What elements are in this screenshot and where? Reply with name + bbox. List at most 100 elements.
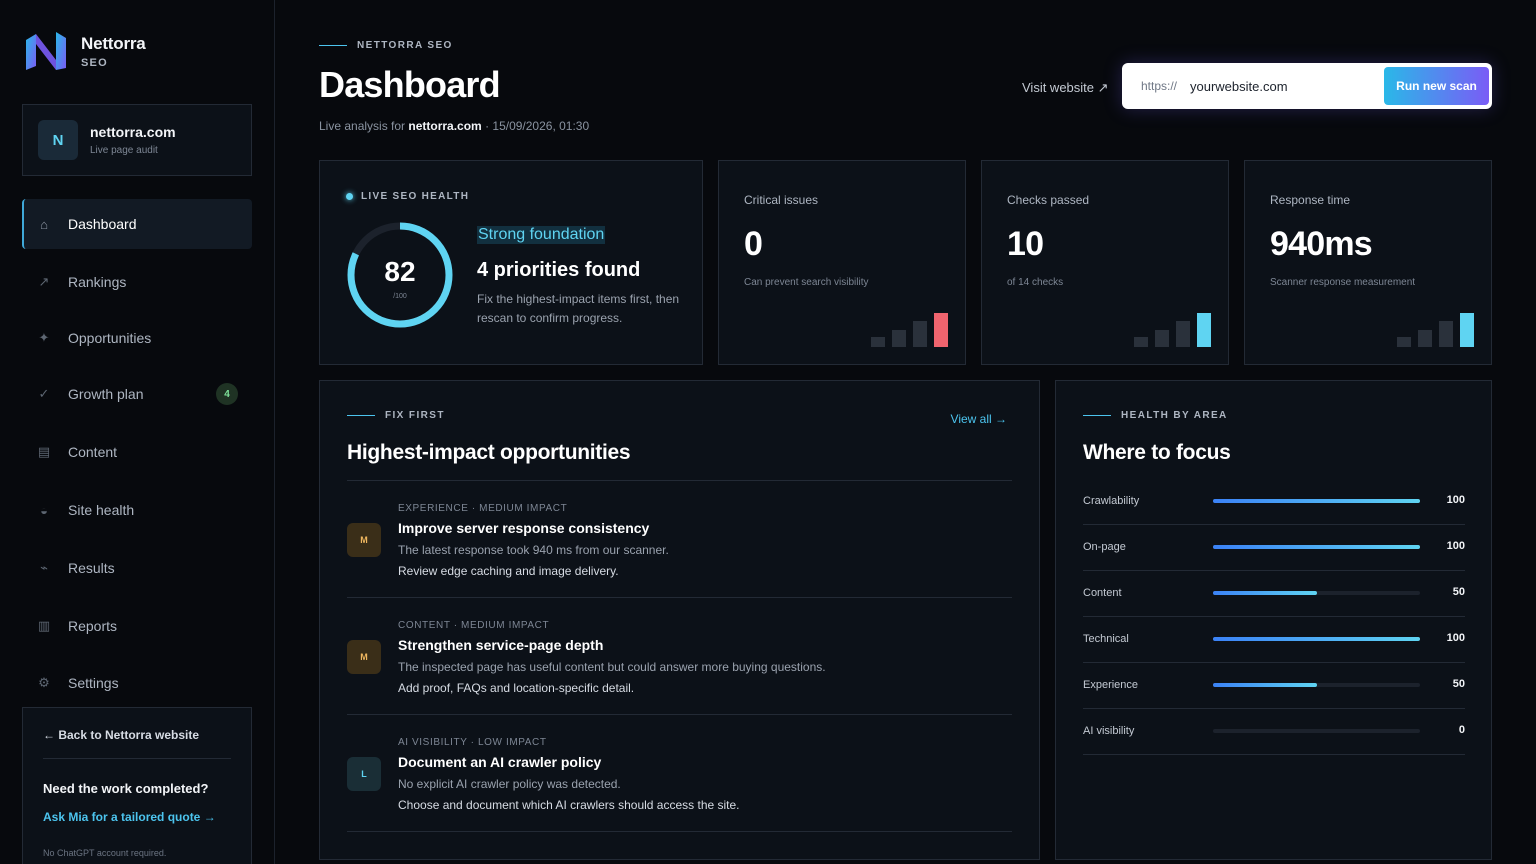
sidebar-item-results[interactable]: ⌁ Results [22,543,252,593]
analysis-subline: Live analysis for nettorra.com · 15/09/2… [319,119,589,133]
sidebar-item-reports[interactable]: ▥ Reports [22,601,252,651]
live-label: LIVE SEO HEALTH [346,191,469,202]
url-prefix: https:// [1141,79,1178,93]
eyebrow-text: NETTORRA SEO [357,40,453,51]
sidebar-item-settings[interactable]: ⚙ Settings [22,658,252,708]
sidebar-item-label: Reports [68,618,118,634]
focus-fill [1213,683,1317,687]
sidebar-item-growth-plan[interactable]: ✓ Growth plan 4 [22,369,252,419]
count-badge: 4 [216,383,238,405]
sidebar-item-label: Growth plan [68,386,144,402]
focus-fill [1213,499,1420,503]
report-icon: ▥ [37,618,51,633]
focus-label: Experience [1083,679,1139,691]
subline-domain: nettorra.com [408,119,482,133]
score-max: /100 [393,293,407,300]
quote-link[interactable]: Ask Mia for a tailored quote → [43,810,231,824]
impact-badge: M [347,640,381,674]
live-dot-icon [346,193,353,200]
focus-fill [1213,637,1420,641]
opportunities-card: FIX FIRST View all → Highest-impact oppo… [319,380,1040,860]
stat-value: 940ms [1270,225,1373,263]
focus-label: AI visibility [1083,725,1135,737]
page-title: Dashboard [319,64,501,105]
mini-bar [913,321,927,347]
focus-track [1213,499,1420,503]
brand[interactable]: Nettorra SEO [24,30,146,72]
opportunity-meta: EXPERIENCE · MEDIUM IMPACT [398,503,568,514]
brand-sub: SEO [81,56,108,69]
site-domain: nettorra.com [90,124,176,140]
sidebar-item-label: Rankings [68,274,127,290]
stat-value: 10 [1007,225,1044,263]
opportunity-description: The inspected page has useful content bu… [398,660,826,674]
priorities-title: 4 priorities found [477,259,641,281]
opportunity-title: Improve server response consistency [398,520,650,536]
focus-track [1213,637,1420,641]
pulse-icon: ⌁ [40,560,48,575]
visit-website-link[interactable]: Visit website ↗ [1022,80,1109,96]
sidebar-item-site-health[interactable]: ◒ Site health [22,485,252,535]
mini-bar [1439,321,1453,347]
sidebar-item-label: Results [68,560,115,576]
stat-value: 0 [744,225,763,263]
stat-card-response: Response time 940ms Scanner response mea… [1244,160,1492,365]
score-value: 82 [384,256,416,287]
opportunity-item[interactable]: L AI VISIBILITY · LOW IMPACT Document an… [347,715,1012,832]
sidebar-item-dashboard[interactable]: ⌂ Dashboard [22,199,252,249]
stat-label: Critical issues [744,193,819,207]
focus-value: 50 [1452,586,1465,598]
live-label-text: LIVE SEO HEALTH [361,191,470,202]
mini-bar [1418,330,1432,347]
opportunity-item[interactable]: M EXPERIENCE · MEDIUM IMPACT Improve ser… [347,481,1012,598]
focus-label: Crawlability [1083,495,1140,507]
focus-row-experience: Experience 50 [1083,663,1465,709]
focus-value: 50 [1452,678,1465,690]
sidebar-item-opportunities[interactable]: ✦ Opportunities [22,313,252,363]
opportunities-eyebrow: FIX FIRST [347,410,445,421]
scan-form: https:// Run new scan [1122,63,1492,109]
focus-row-technical: Technical 100 [1083,617,1465,663]
focus-value: 100 [1446,632,1465,644]
health-icon: ◒ [40,502,48,518]
mini-bar [934,313,948,347]
health-by-area-card: HEALTH BY AREA Where to focus Crawlabili… [1055,380,1492,860]
opportunity-meta: CONTENT · MEDIUM IMPACT [398,620,550,631]
opportunity-item[interactable]: M CONTENT · MEDIUM IMPACT Strengthen ser… [347,598,1012,715]
focus-track [1213,729,1420,733]
focus-eyebrow: HEALTH BY AREA [1083,410,1228,421]
cta-note: No ChatGPT account required. [43,848,167,858]
back-to-website-link[interactable]: ← Back to Nettorra website [43,728,231,759]
health-description: Fix the highest-impact items first, then… [477,292,680,325]
opportunity-action: Review edge caching and image delivery. [398,564,619,578]
mini-bar-chart [1397,313,1474,347]
focus-label: On-page [1083,541,1126,553]
mini-bar [1155,330,1169,347]
sidebar-item-label: Site health [68,502,135,518]
focus-fill [1213,591,1317,595]
focus-row-crawlability: Crawlability 100 [1083,479,1465,525]
focus-row-on-page: On-page 100 [1083,525,1465,571]
opportunities-title: Highest-impact opportunities [347,441,631,464]
stat-sub: of 14 checks [1007,277,1064,288]
eyebrow-line [1083,415,1111,416]
mini-bar [871,337,885,347]
nettorra-logo-icon [26,32,66,70]
focus-title: Where to focus [1083,441,1231,464]
url-input[interactable] [1190,77,1380,95]
mini-bar-chart [871,313,948,347]
run-scan-button[interactable]: Run new scan [1384,67,1489,105]
eyebrow-line [319,45,347,46]
check-icon: ✓ [38,386,50,401]
site-card[interactable]: N nettorra.com Live page audit [22,104,252,176]
view-all-link[interactable]: View all → [951,412,1007,426]
focus-track [1213,683,1420,687]
site-avatar: N [38,120,78,160]
sidebar-item-content[interactable]: ▤ Content [22,427,252,477]
sidebar-item-label: Opportunities [68,330,152,346]
mini-bar [1176,321,1190,347]
opportunity-title: Strengthen service-page depth [398,637,604,653]
trend-up-icon: ↗ [38,274,50,289]
sidebar-item-rankings[interactable]: ↗ Rankings [22,257,252,307]
mini-bar [1134,337,1148,347]
